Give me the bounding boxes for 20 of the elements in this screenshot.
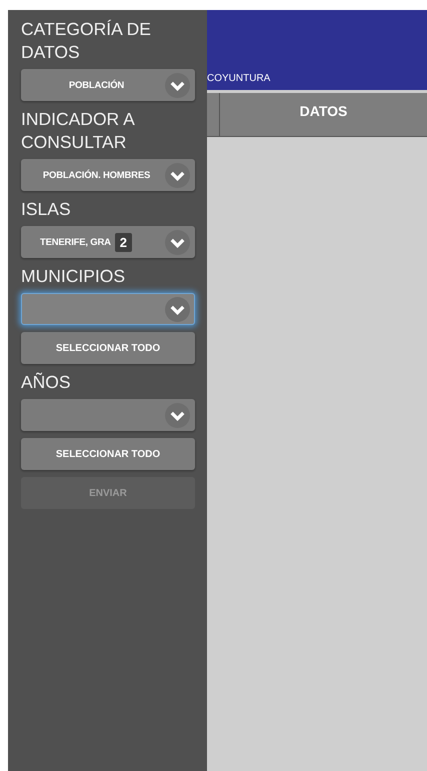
- select-all-button[interactable]: SELECCIONAR TODO: [21, 332, 195, 364]
- dropdown[interactable]: POBLACIÓN: [21, 69, 195, 101]
- chevron-down-icon: [165, 402, 190, 428]
- select-all-button[interactable]: SELECCIONAR TODO: [21, 438, 195, 470]
- section-label: AÑOS: [21, 371, 72, 394]
- section-label: ISLAS: [21, 198, 72, 221]
- chevron-down-icon: [165, 230, 190, 254]
- column-header: DATOS: [300, 103, 348, 120]
- chevron-down-icon: [165, 162, 190, 188]
- dropdown[interactable]: [21, 399, 195, 431]
- chevron-down-icon: [165, 72, 190, 98]
- section-label: INDICADOR A CONSULTAR: [21, 108, 136, 154]
- section-label: CATEGORÍA DE DATOS: [21, 18, 152, 64]
- dropdown[interactable]: TENERIFE, GRA 2: [21, 226, 195, 258]
- dropdown[interactable]: POBLACIÓN. HOMBRES: [21, 159, 195, 191]
- section-label: MUNICIPIOS: [21, 265, 126, 288]
- header-subtitle: COYUNTURA: [207, 73, 270, 84]
- dropdown[interactable]: [21, 293, 195, 325]
- count-badge: 2: [114, 232, 132, 252]
- chevron-down-icon: [165, 296, 190, 322]
